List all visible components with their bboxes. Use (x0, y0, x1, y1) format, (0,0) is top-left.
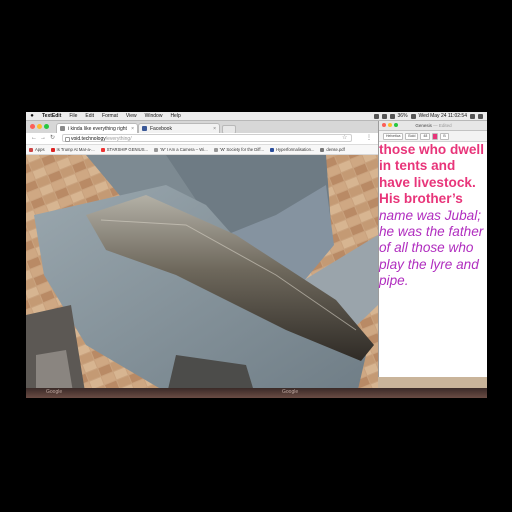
tab-label: Facebook (150, 126, 172, 132)
document-title: Genesis (415, 123, 432, 128)
back-arrow-icon[interactable]: ← (31, 134, 37, 143)
document-body[interactable]: those who dwell in tents and have livest… (379, 142, 487, 290)
browser-menu-icon[interactable]: ⋮ (366, 134, 372, 142)
battery-percent[interactable]: 36% (398, 112, 408, 120)
facebook-favicon-icon (142, 126, 147, 131)
zoom-window-icon[interactable] (44, 124, 49, 129)
bookmark-hyperformalisation[interactable]: Hyperformalisation... (267, 147, 317, 152)
tab-everything[interactable]: i kinda like everything right × (56, 123, 138, 133)
font-family-select[interactable]: Helvetica (383, 132, 404, 140)
minimize-window-icon[interactable] (388, 123, 392, 127)
dock-strip: Google Google (26, 388, 487, 398)
bookmark-dense-pdf[interactable]: dense.pdf (317, 147, 347, 152)
edited-label: — Edited (433, 123, 452, 128)
bookmark-label: dense.pdf (326, 147, 345, 152)
bookmark-star-icon[interactable]: ☆ (342, 134, 347, 142)
textedit-window: Genesis — Edited Helvetica Bold 48 B tho… (378, 121, 487, 377)
search-icon[interactable] (470, 113, 475, 119)
bookmark-trump[interactable]: Is Trump At Mar-a-... (48, 147, 98, 152)
url-host: void.technology (71, 136, 106, 142)
apps-grid-icon (29, 147, 33, 152)
webgl-scene-canvas[interactable] (26, 155, 378, 398)
paragraph-bold-text: those who dwell in tents and have livest… (379, 142, 484, 207)
font-weight-select[interactable]: Bold (405, 132, 419, 140)
forward-arrow-icon[interactable]: → (40, 134, 46, 143)
bookmark-label: STARSHIP GENIUS... (106, 147, 148, 152)
menu-edit[interactable]: Edit (81, 112, 98, 120)
textedit-titlebar: Genesis — Edited (379, 121, 487, 131)
reload-icon[interactable]: ↻ (50, 134, 55, 143)
close-tab-icon[interactable]: × (131, 124, 134, 133)
menu-format[interactable]: Format (98, 112, 122, 120)
bookmark-apps[interactable]: Apps (26, 147, 48, 152)
browser-window: i kinda like everything right × Facebook… (26, 121, 378, 398)
wifi-icon[interactable] (381, 113, 387, 119)
tab-strip: i kinda like everything right × Facebook… (26, 121, 378, 134)
bookmark-favicon-icon (270, 147, 274, 152)
bookmark-camera[interactable]: 'W' I Am a Camera – Wi... (151, 147, 211, 152)
status-icon[interactable] (373, 113, 379, 119)
bookmark-favicon-icon (100, 147, 105, 152)
tab-facebook[interactable]: Facebook × (138, 123, 220, 133)
bold-button[interactable]: B (440, 132, 449, 140)
bookmark-favicon-icon (153, 147, 158, 152)
bookmark-society[interactable]: 'W' Society for the Diff... (211, 147, 267, 152)
close-tab-icon[interactable]: × (213, 124, 216, 133)
minimize-window-icon[interactable] (37, 124, 42, 129)
list-icon[interactable] (478, 113, 483, 119)
bookmark-favicon-icon (50, 147, 55, 152)
app-menu[interactable]: TextEdit (38, 112, 65, 120)
zoom-window-icon[interactable] (394, 123, 398, 127)
close-window-icon[interactable] (30, 124, 35, 129)
bookmarks-bar: Apps Is Trump At Mar-a-... STARSHIP GENI… (26, 145, 378, 155)
bookmark-label: Hyperformalisation... (276, 147, 315, 152)
bookmark-starship[interactable]: STARSHIP GENIUS... (98, 147, 151, 152)
menu-window[interactable]: Window (141, 112, 167, 120)
tab-label: i kinda like everything right (68, 126, 127, 132)
menu-bar: ● TextEdit File Edit Format View Window … (26, 112, 487, 121)
paragraph-italic-text: name was Jubal; he was the father of all… (379, 207, 484, 289)
desktop-screen: ● TextEdit File Edit Format View Window … (26, 112, 487, 398)
pdf-file-icon (320, 147, 325, 152)
apple-menu-icon[interactable]: ● (26, 112, 38, 120)
battery-icon[interactable] (410, 113, 416, 119)
close-window-icon[interactable] (382, 123, 386, 127)
text-color-swatch[interactable] (432, 132, 439, 140)
menu-view[interactable]: View (122, 112, 141, 120)
menu-help[interactable]: Help (166, 112, 184, 120)
browser-toolbar: ← → ↻ void.technology/everything/ ☆ ⋮ (26, 133, 378, 145)
menubar-clock[interactable]: Wed May 24 11:02:54 (419, 112, 467, 120)
page-favicon-icon (60, 126, 65, 131)
format-toolbar: Helvetica Bold 48 B (379, 131, 487, 142)
font-size-select[interactable]: 48 (420, 132, 431, 140)
volume-icon[interactable] (389, 113, 395, 119)
dock-label-right[interactable]: Google (282, 389, 298, 395)
bookmark-label: 'W' Society for the Diff... (219, 147, 264, 152)
page-info-icon[interactable] (65, 137, 70, 142)
dock-label-left[interactable]: Google (46, 389, 62, 395)
3d-scene (26, 155, 378, 398)
bookmark-label: 'W' I Am a Camera – Wi... (159, 147, 208, 152)
bookmark-label: Is Trump At Mar-a-... (56, 147, 95, 152)
menu-file[interactable]: File (65, 112, 81, 120)
url-path: /everything/ (105, 136, 132, 142)
bookmark-label: Apps (35, 147, 45, 152)
bookmark-favicon-icon (213, 147, 218, 152)
address-bar[interactable]: void.technology/everything/ (62, 134, 352, 142)
